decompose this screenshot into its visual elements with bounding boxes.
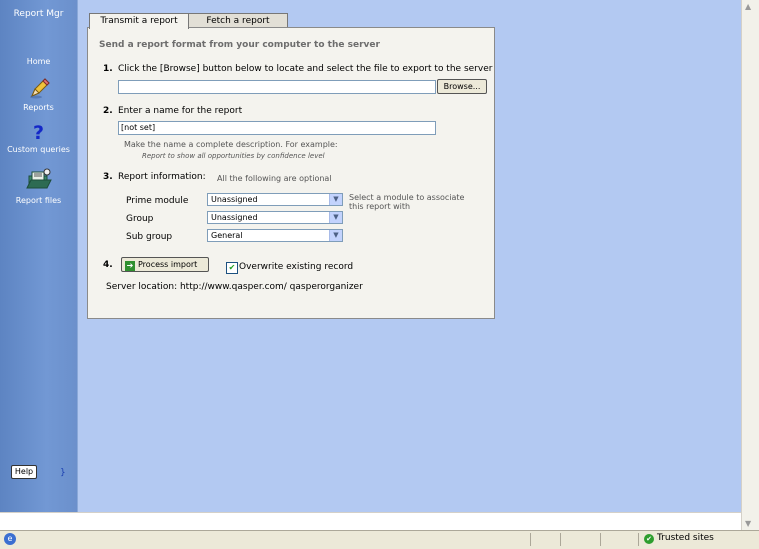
sidebar: Report Mgr Home Reports ? Custom queries [0, 0, 78, 512]
chevron-down-icon: ▼ [329, 230, 342, 241]
optional-note: All the following are optional [217, 174, 332, 183]
chevron-down-icon: ▼ [329, 212, 342, 223]
scroll-down-icon[interactable]: ▼ [745, 519, 751, 528]
scroll-up-icon[interactable]: ▲ [745, 2, 751, 11]
page-icon: e [4, 533, 16, 545]
sub-group-label: Sub group [126, 232, 173, 242]
horizontal-bar [0, 512, 741, 531]
process-import-label: Process import [138, 260, 198, 269]
name-hint: Make the name a complete description. Fo… [124, 140, 338, 149]
step2-number: 2. [103, 106, 113, 116]
sidebar-item-reports[interactable]: Reports [0, 77, 77, 112]
panel-heading: Send a report format from your computer … [99, 40, 380, 50]
group-value: Unassigned [211, 213, 258, 222]
vertical-scrollbar[interactable]: ▲ ▼ [741, 0, 759, 530]
sub-group-value: General [211, 231, 243, 240]
status-divider [638, 533, 639, 546]
sidebar-item-report-files[interactable]: Report files [0, 166, 77, 205]
trusted-check-icon: ✔ [644, 534, 654, 544]
step4-number: 4. [103, 260, 113, 270]
group-label: Group [126, 214, 154, 224]
transmit-panel: Send a report format from your computer … [87, 27, 495, 319]
question-icon: ? [32, 122, 45, 144]
sidebar-item-custom-queries[interactable]: ? Custom queries [0, 122, 77, 155]
prime-module-label: Prime module [126, 196, 189, 206]
overwrite-checkbox[interactable]: ✔ [226, 262, 238, 274]
sidebar-item-label: Reports [23, 103, 54, 112]
status-divider [560, 533, 561, 546]
sidebar-item-label: Report files [15, 196, 62, 205]
sidebar-item-label: Home [26, 57, 51, 66]
sidebar-title: Report Mgr [13, 9, 64, 19]
step1-text: Click the [Browse] button below to locat… [118, 64, 493, 74]
sidebar-item-home[interactable]: Home [0, 57, 77, 66]
sub-group-select[interactable]: General ▼ [207, 229, 343, 242]
module-hint: Select a module to associate this report… [349, 193, 465, 211]
collapse-sidebar-icon[interactable]: } [60, 468, 66, 478]
sidebar-item-label: Custom queries [7, 145, 70, 154]
report-files-icon [0, 166, 77, 194]
browse-button[interactable]: Browse... [437, 79, 487, 94]
security-zone: ✔ Trusted sites [644, 533, 714, 544]
security-zone-label: Trusted sites [657, 533, 714, 543]
step3-number: 3. [103, 172, 113, 182]
pencil-icon [0, 77, 77, 101]
process-import-button[interactable]: ➔ Process import [121, 257, 209, 272]
prime-module-select[interactable]: Unassigned ▼ [207, 193, 343, 206]
overwrite-label: Overwrite existing record [239, 262, 354, 272]
name-example: Report to show all opportunities by conf… [142, 152, 325, 160]
report-name-input[interactable]: [not set] [118, 121, 436, 135]
step2-text: Enter a name for the report [118, 106, 243, 116]
help-button[interactable]: Help [11, 465, 37, 479]
group-select[interactable]: Unassigned ▼ [207, 211, 343, 224]
status-divider [600, 533, 601, 546]
server-location: Server location: http://www.qasper.com/ … [106, 282, 363, 292]
tab-transmit-report[interactable]: Transmit a report [89, 13, 189, 29]
tab-fetch-report[interactable]: Fetch a report [188, 13, 288, 28]
arrow-right-icon: ➔ [125, 261, 135, 271]
chevron-down-icon: ▼ [329, 194, 342, 205]
step3-text: Report information: [118, 172, 206, 182]
file-path-input[interactable] [118, 80, 436, 94]
prime-module-value: Unassigned [211, 195, 258, 204]
status-bar: e ✔ Trusted sites [0, 530, 759, 549]
step1-number: 1. [103, 64, 113, 74]
status-divider [530, 533, 531, 546]
